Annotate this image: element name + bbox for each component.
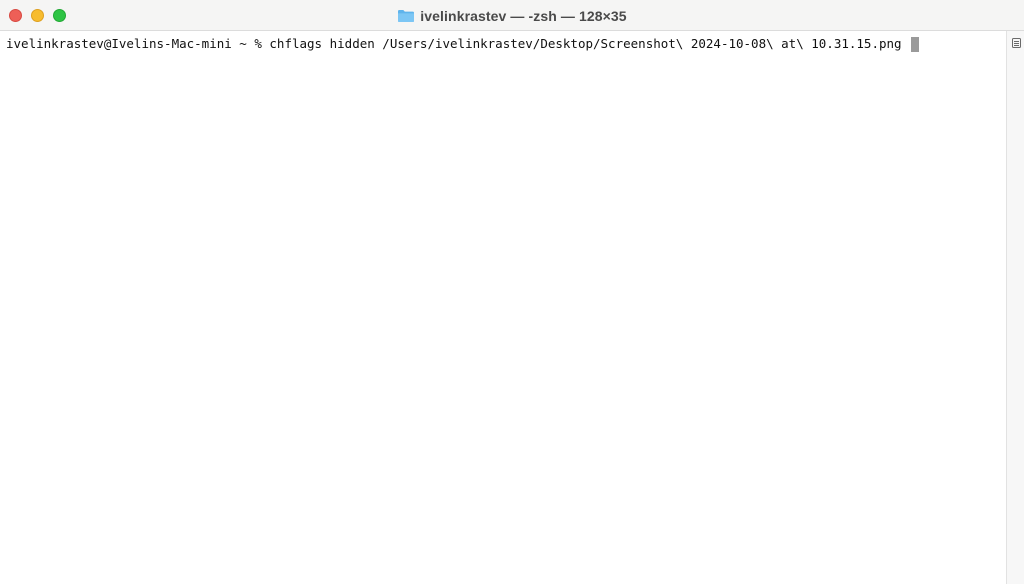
folder-icon: [397, 9, 415, 23]
close-button[interactable]: [9, 9, 22, 22]
zoom-button[interactable]: [53, 9, 66, 22]
list-toggle-icon[interactable]: [1012, 35, 1021, 48]
title-bar[interactable]: ivelinkrastev — -zsh — 128×35: [0, 0, 1024, 31]
minimize-button[interactable]: [31, 9, 44, 22]
terminal-window: ivelinkrastev — -zsh — 128×35 ivelinkras…: [0, 0, 1024, 584]
window-title: ivelinkrastev — -zsh — 128×35: [420, 7, 627, 24]
typed-command: chflags hidden /Users/ivelinkrastev/Desk…: [269, 36, 910, 51]
text-cursor: [911, 36, 920, 52]
window-title-group: ivelinkrastev — -zsh — 128×35: [0, 0, 1024, 31]
command-line: ivelinkrastev@Ivelins-Mac-mini ~ % chfla…: [6, 36, 920, 52]
vertical-scrollbar[interactable]: [1006, 31, 1024, 584]
terminal-content[interactable]: ivelinkrastev@Ivelins-Mac-mini ~ % chfla…: [0, 31, 1006, 584]
shell-prompt: ivelinkrastev@Ivelins-Mac-mini ~ %: [6, 36, 270, 51]
